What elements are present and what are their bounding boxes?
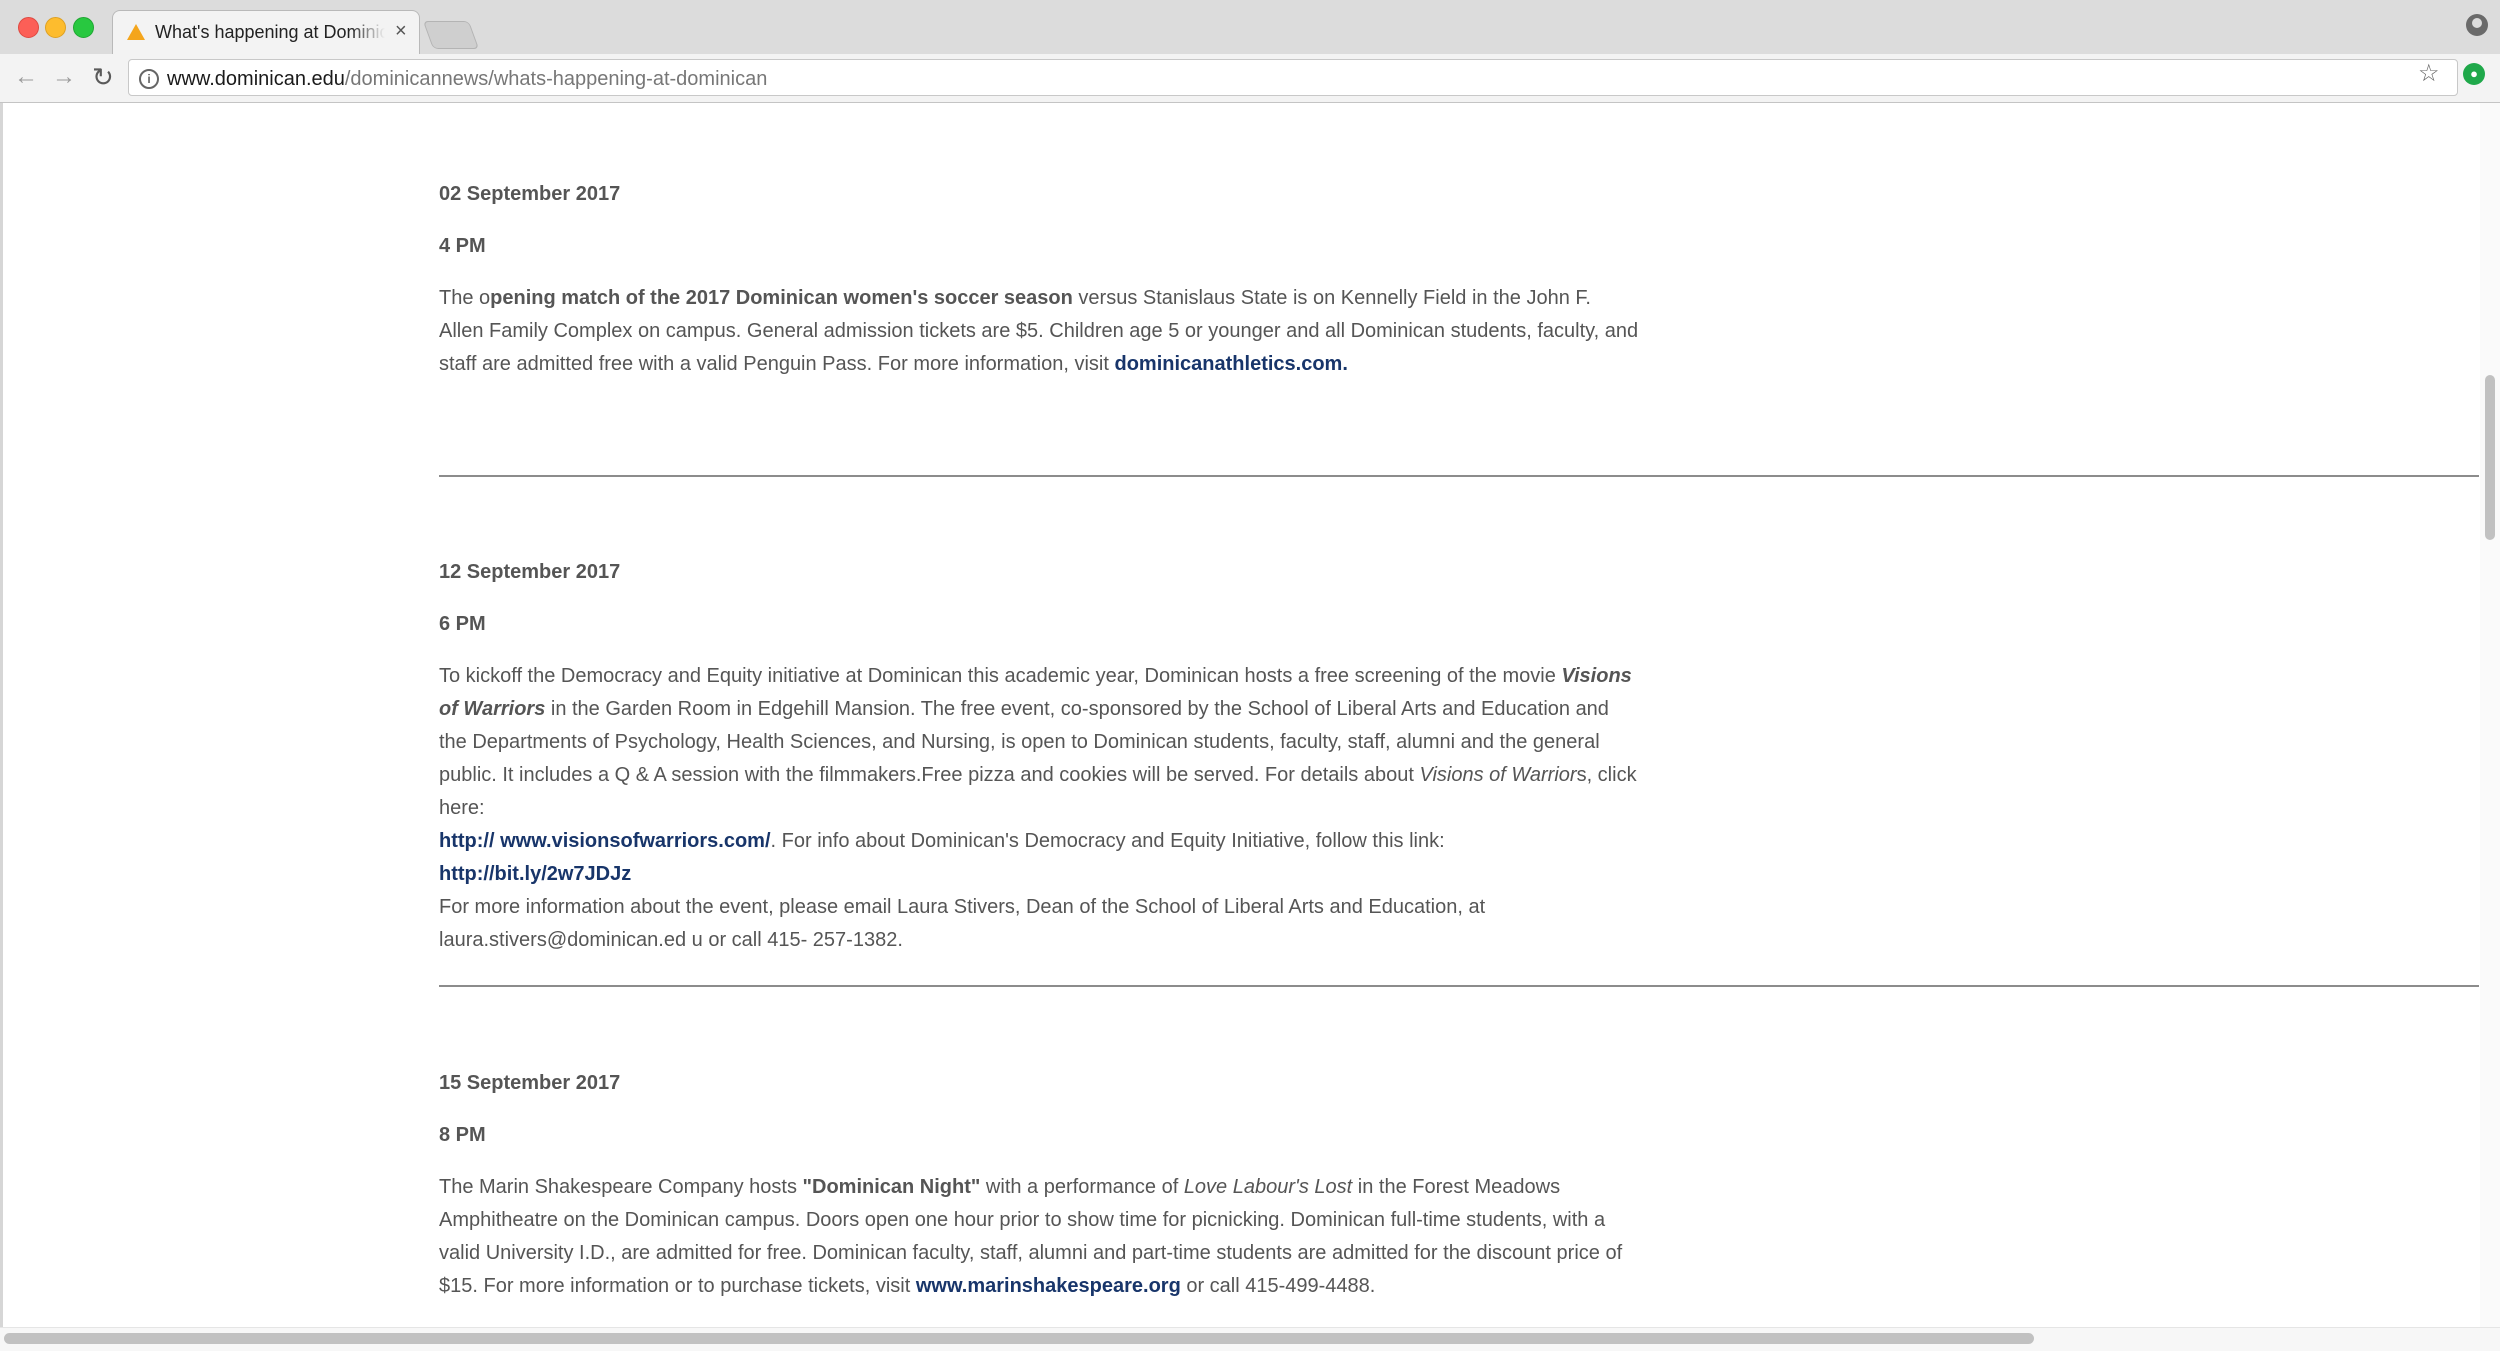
url-text[interactable]: www.dominican.edu/dominicannews/whats-ha… — [167, 67, 767, 91]
event-date: 12 September 2017 — [439, 561, 621, 583]
profile-icon[interactable] — [2466, 14, 2488, 36]
browser-tab-active[interactable]: What's happening at Dominican × — [112, 10, 420, 54]
desc-text: For more information about the event, pl… — [439, 896, 1486, 951]
tab-title: What's happening at Dominican — [155, 22, 385, 42]
horizontal-scrollbar-thumb[interactable] — [4, 1333, 2034, 1344]
athletics-link[interactable]: dominicanathletics.com. — [1115, 353, 1348, 375]
marin-shakespeare-link[interactable]: www.marinshakespeare.org — [916, 1275, 1181, 1297]
url-host: www.dominican.edu — [167, 68, 345, 90]
desc-italic: Visions of Warrior — [1419, 764, 1577, 786]
desc-text: . For info about Dominican's Democracy a… — [770, 830, 1445, 852]
desc-italic: Love Labour's Lost — [1183, 1176, 1353, 1198]
dominican-favicon-icon — [127, 24, 145, 40]
star-icon[interactable]: ☆ — [2418, 60, 2440, 88]
vertical-scrollbar[interactable] — [2480, 103, 2500, 1336]
tab-close-icon[interactable]: × — [395, 19, 407, 43]
forward-arrow-icon[interactable]: → — [52, 63, 76, 91]
address-bar[interactable]: i www.dominican.edu/dominicannews/whats-… — [128, 59, 2458, 96]
event-divider — [439, 475, 2479, 477]
left-edge-strip — [0, 103, 3, 1336]
desc-bold: pening match of the 2017 Dominican women… — [490, 287, 1073, 309]
event-item: 02 September 2017 4 PM The opening match… — [439, 182, 2479, 381]
page-viewport: 02 September 2017 4 PM The opening match… — [0, 103, 2500, 1336]
vertical-scrollbar-thumb[interactable] — [2485, 375, 2495, 540]
desc-text: The o — [439, 287, 491, 309]
browser-titlebar: What's happening at Dominican × — [0, 0, 2500, 54]
new-tab-button[interactable] — [422, 21, 480, 49]
extension-icon[interactable]: ● — [2463, 63, 2485, 85]
browser-toolbar: ← → ↻ i www.dominican.edu/dominicannews/… — [0, 54, 2500, 103]
close-window-button[interactable] — [18, 17, 39, 38]
event-item: 12 September 2017 6 PM To kickoff the De… — [439, 560, 2479, 957]
bitly-link[interactable]: http://bit.ly/2w7JDJz — [439, 863, 631, 885]
event-divider — [439, 985, 2479, 987]
event-time: 4 PM — [439, 235, 486, 257]
event-description: The opening match of the 2017 Dominican … — [439, 282, 1639, 381]
event-time: 6 PM — [439, 613, 486, 635]
info-icon[interactable]: i — [139, 69, 159, 89]
desc-bold: "Dominican Night" — [802, 1176, 981, 1198]
desc-text: with a performance of — [980, 1176, 1184, 1198]
event-date: 02 September 2017 — [439, 183, 621, 205]
desc-text: or call 415-499-4488. — [1180, 1275, 1376, 1297]
back-arrow-icon[interactable]: ← — [14, 63, 38, 91]
visions-of-warriors-link[interactable]: http:// www.visionsofwarriors.com/ — [439, 830, 771, 852]
event-date: 15 September 2017 — [439, 1072, 621, 1094]
event-description: The Marin Shakespeare Company hosts "Dom… — [439, 1171, 1639, 1303]
desc-text: The Marin Shakespeare Company hosts — [439, 1176, 803, 1198]
event-item: 15 September 2017 8 PM The Marin Shakesp… — [439, 1071, 2479, 1303]
desc-text: To kickoff the Democracy and Equity init… — [439, 665, 1562, 687]
event-description: To kickoff the Democracy and Equity init… — [439, 660, 1639, 957]
event-time: 8 PM — [439, 1124, 486, 1146]
reload-icon[interactable]: ↻ — [92, 63, 114, 91]
url-path: /dominicannews/whats-happening-at-domini… — [344, 68, 768, 90]
maximize-window-button[interactable] — [73, 17, 94, 38]
minimize-window-button[interactable] — [45, 17, 66, 38]
